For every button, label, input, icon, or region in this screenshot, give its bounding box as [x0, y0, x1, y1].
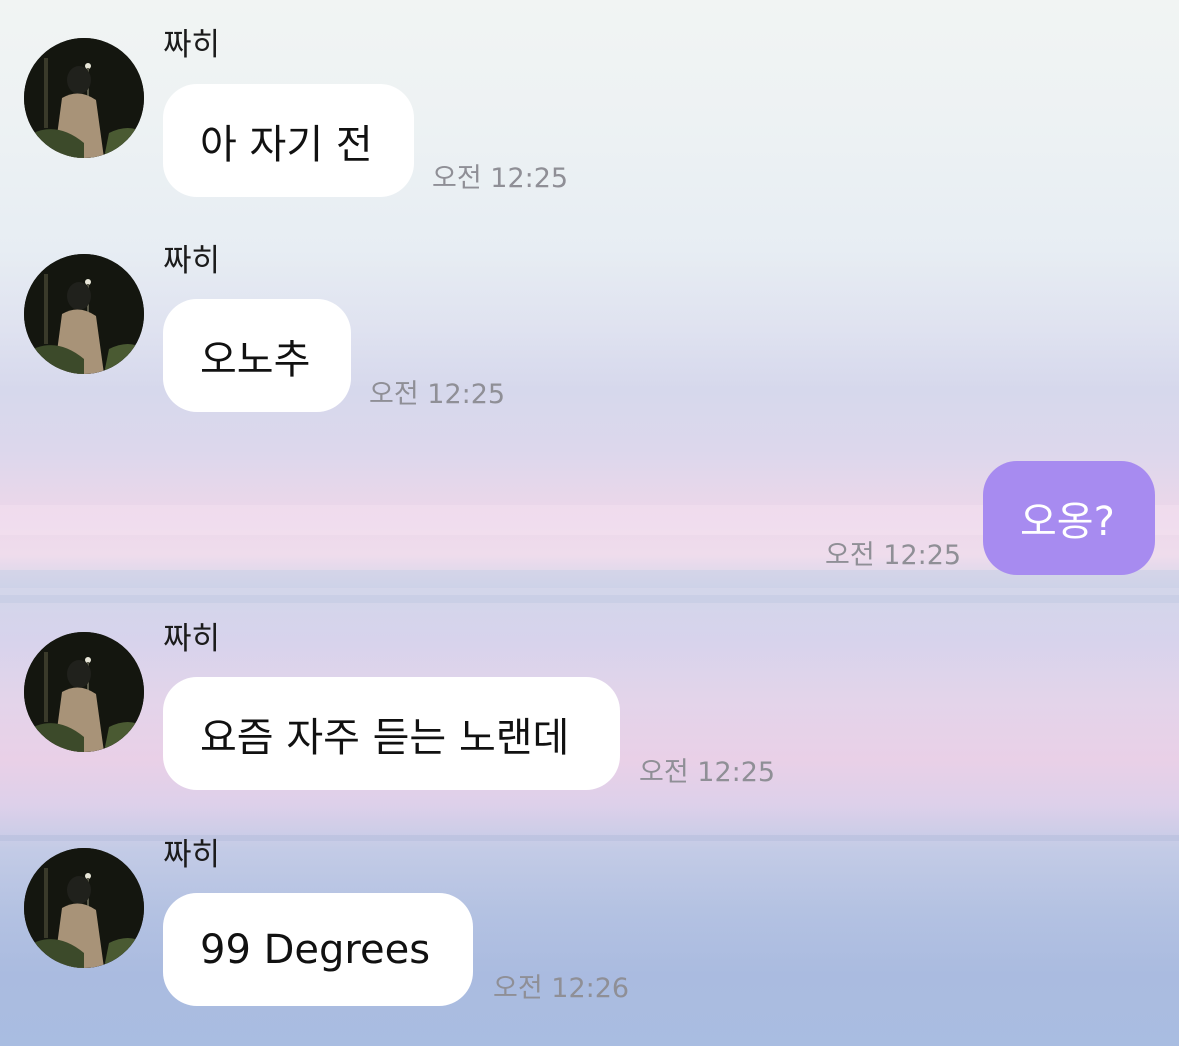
sender-avatar[interactable] — [24, 632, 144, 752]
my-message-bubble[interactable]: 오옹? — [983, 461, 1155, 575]
message-text: 99 Degrees — [200, 926, 431, 973]
message-text: 요즘 자주 듣는 노랜데 — [200, 714, 570, 761]
message-bubble[interactable]: 오노추 — [163, 299, 351, 412]
message-text: 아 자기 전 — [200, 121, 373, 168]
sender-name: 짜히 — [163, 27, 221, 63]
profile-photo-icon — [24, 38, 144, 158]
message-bubble[interactable]: 99 Degrees — [163, 893, 473, 1006]
message-timestamp: 오전 12:25 — [369, 379, 506, 410]
sender-avatar[interactable] — [24, 848, 144, 968]
message-timestamp: 오전 12:25 — [639, 757, 776, 788]
message-bubble[interactable]: 요즘 자주 듣는 노랜데 — [163, 677, 620, 790]
profile-photo-icon — [24, 632, 144, 752]
profile-photo-icon — [24, 254, 144, 374]
profile-photo-icon — [24, 848, 144, 968]
message-text: 오노추 — [200, 336, 311, 383]
message-timestamp: 오전 12:26 — [493, 973, 630, 1004]
message-timestamp: 오전 12:25 — [432, 163, 569, 194]
message-text: 오옹? — [1020, 499, 1115, 545]
sender-name: 짜히 — [163, 837, 221, 873]
sender-name: 짜히 — [163, 621, 221, 657]
chat-message-list: 짜히 아 자기 전 오전 12:25 짜히 오노추 오전 12:25 오옹? 오… — [0, 0, 1179, 1046]
sender-avatar[interactable] — [24, 254, 144, 374]
sender-avatar[interactable] — [24, 38, 144, 158]
message-bubble[interactable]: 아 자기 전 — [163, 84, 414, 197]
message-timestamp: 오전 12:25 — [825, 540, 962, 571]
sender-name: 짜히 — [163, 243, 221, 279]
